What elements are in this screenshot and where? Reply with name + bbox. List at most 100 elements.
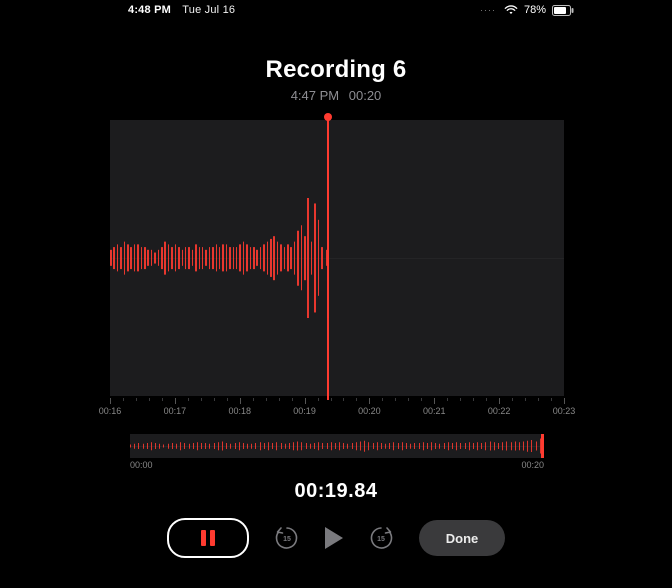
- overview-bar: [268, 442, 269, 450]
- ruler-tick: [499, 398, 500, 404]
- ruler-subtick: [486, 398, 487, 401]
- overview-bar: [306, 443, 307, 449]
- waveform-bar: [236, 247, 238, 269]
- overview-bar: [515, 442, 516, 451]
- overview-bar: [427, 443, 428, 449]
- overview-bar: [398, 443, 399, 449]
- ruler-subtick: [421, 398, 422, 401]
- ruler-subtick: [318, 398, 319, 401]
- waveform-bar: [280, 244, 282, 271]
- overview-bar: [297, 442, 298, 451]
- waveform-bars: [110, 120, 564, 396]
- ruler-label: 00:21: [423, 406, 446, 416]
- overview-bar: [490, 442, 491, 451]
- overview-start-label: 00:00: [130, 460, 153, 470]
- overview-bar: [176, 444, 177, 449]
- ruler-tick: [305, 398, 306, 404]
- waveform-bar: [164, 242, 166, 275]
- pause-record-button[interactable]: [167, 518, 249, 558]
- svg-text:15: 15: [377, 536, 385, 543]
- skip-forward-button[interactable]: 15: [367, 524, 395, 552]
- waveform-bar: [246, 244, 248, 271]
- overview-bar: [189, 444, 190, 449]
- waveform-bar: [294, 242, 296, 275]
- overview-cursor[interactable]: [541, 434, 544, 458]
- waveform-bar: [321, 247, 323, 269]
- ruler-tick: [175, 398, 176, 404]
- overview-bar: [498, 443, 499, 449]
- overview-bar: [222, 442, 223, 451]
- playhead-handle-icon[interactable]: [324, 113, 332, 121]
- ruler-subtick: [253, 398, 254, 401]
- waveform-bar: [158, 250, 160, 266]
- overview-bar: [506, 442, 507, 451]
- overview-bar: [456, 442, 457, 450]
- overview-bar: [218, 442, 219, 450]
- overview-bar: [184, 443, 185, 449]
- play-button[interactable]: [325, 527, 343, 549]
- overview-end-label: 00:20: [521, 460, 544, 470]
- ruler-label: 00:20: [358, 406, 381, 416]
- overview-bar: [423, 442, 424, 450]
- overview-bar: [343, 443, 344, 449]
- overview-bar: [536, 442, 537, 451]
- ruler-subtick: [188, 398, 189, 401]
- overview-bar: [239, 442, 240, 450]
- waveform-bar: [277, 242, 279, 275]
- waveform-bar: [287, 244, 289, 271]
- overview-bar: [130, 445, 131, 448]
- ruler-subtick: [395, 398, 396, 401]
- ruler-subtick: [382, 398, 383, 401]
- waveform-bar: [267, 242, 269, 275]
- waveform-pane[interactable]: [110, 120, 564, 396]
- overview-bar: [339, 442, 340, 450]
- ruler-subtick: [408, 398, 409, 401]
- battery-icon: [552, 5, 574, 16]
- waveform-bar: [144, 247, 146, 269]
- overview-bar: [201, 443, 202, 449]
- waveform-bar: [273, 236, 275, 280]
- ruler-subtick: [343, 398, 344, 401]
- overview-bar: [460, 443, 461, 449]
- ruler-tick: [240, 398, 241, 404]
- waveform-bar: [290, 247, 292, 269]
- waveform-bar: [154, 253, 156, 264]
- waveform-bar: [202, 247, 204, 269]
- waveform-bar: [226, 244, 228, 271]
- waveform-bar: [260, 247, 262, 269]
- ruler-label: 00:16: [99, 406, 122, 416]
- waveform-bar: [205, 250, 207, 266]
- overview-bar: [168, 444, 169, 449]
- cell-dots-icon: ····: [480, 5, 496, 15]
- overview-bar: [477, 442, 478, 450]
- waveform-bar: [188, 247, 190, 269]
- overview-bar: [435, 443, 436, 449]
- ruler-subtick: [356, 398, 357, 401]
- ruler-subtick: [123, 398, 124, 401]
- status-date: Tue Jul 16: [182, 4, 235, 16]
- skip-back-button[interactable]: 15: [273, 524, 301, 552]
- waveform-bar: [263, 244, 265, 271]
- overview-bar: [531, 440, 532, 452]
- ruler-tick: [369, 398, 370, 404]
- playhead[interactable]: [327, 118, 329, 400]
- ruler-subtick: [201, 398, 202, 401]
- waveform-bar: [307, 198, 309, 318]
- waveform-bar: [110, 250, 112, 266]
- overview-bar: [327, 443, 328, 449]
- waveform-bar: [147, 250, 149, 266]
- battery-percent: 78%: [524, 4, 546, 16]
- ruler-subtick: [460, 398, 461, 401]
- overview-strip[interactable]: [130, 434, 544, 458]
- waveform-bar: [284, 247, 286, 269]
- ruler-subtick: [214, 398, 215, 401]
- overview-bar: [247, 444, 248, 449]
- waveform-bar: [195, 244, 197, 271]
- overview-bar: [485, 442, 486, 450]
- overview-bar: [193, 443, 194, 449]
- overview-bar: [335, 443, 336, 449]
- overview-bar: [276, 442, 277, 450]
- done-button[interactable]: Done: [419, 520, 505, 556]
- ruler-subtick: [149, 398, 150, 401]
- waveform-bar: [297, 231, 299, 286]
